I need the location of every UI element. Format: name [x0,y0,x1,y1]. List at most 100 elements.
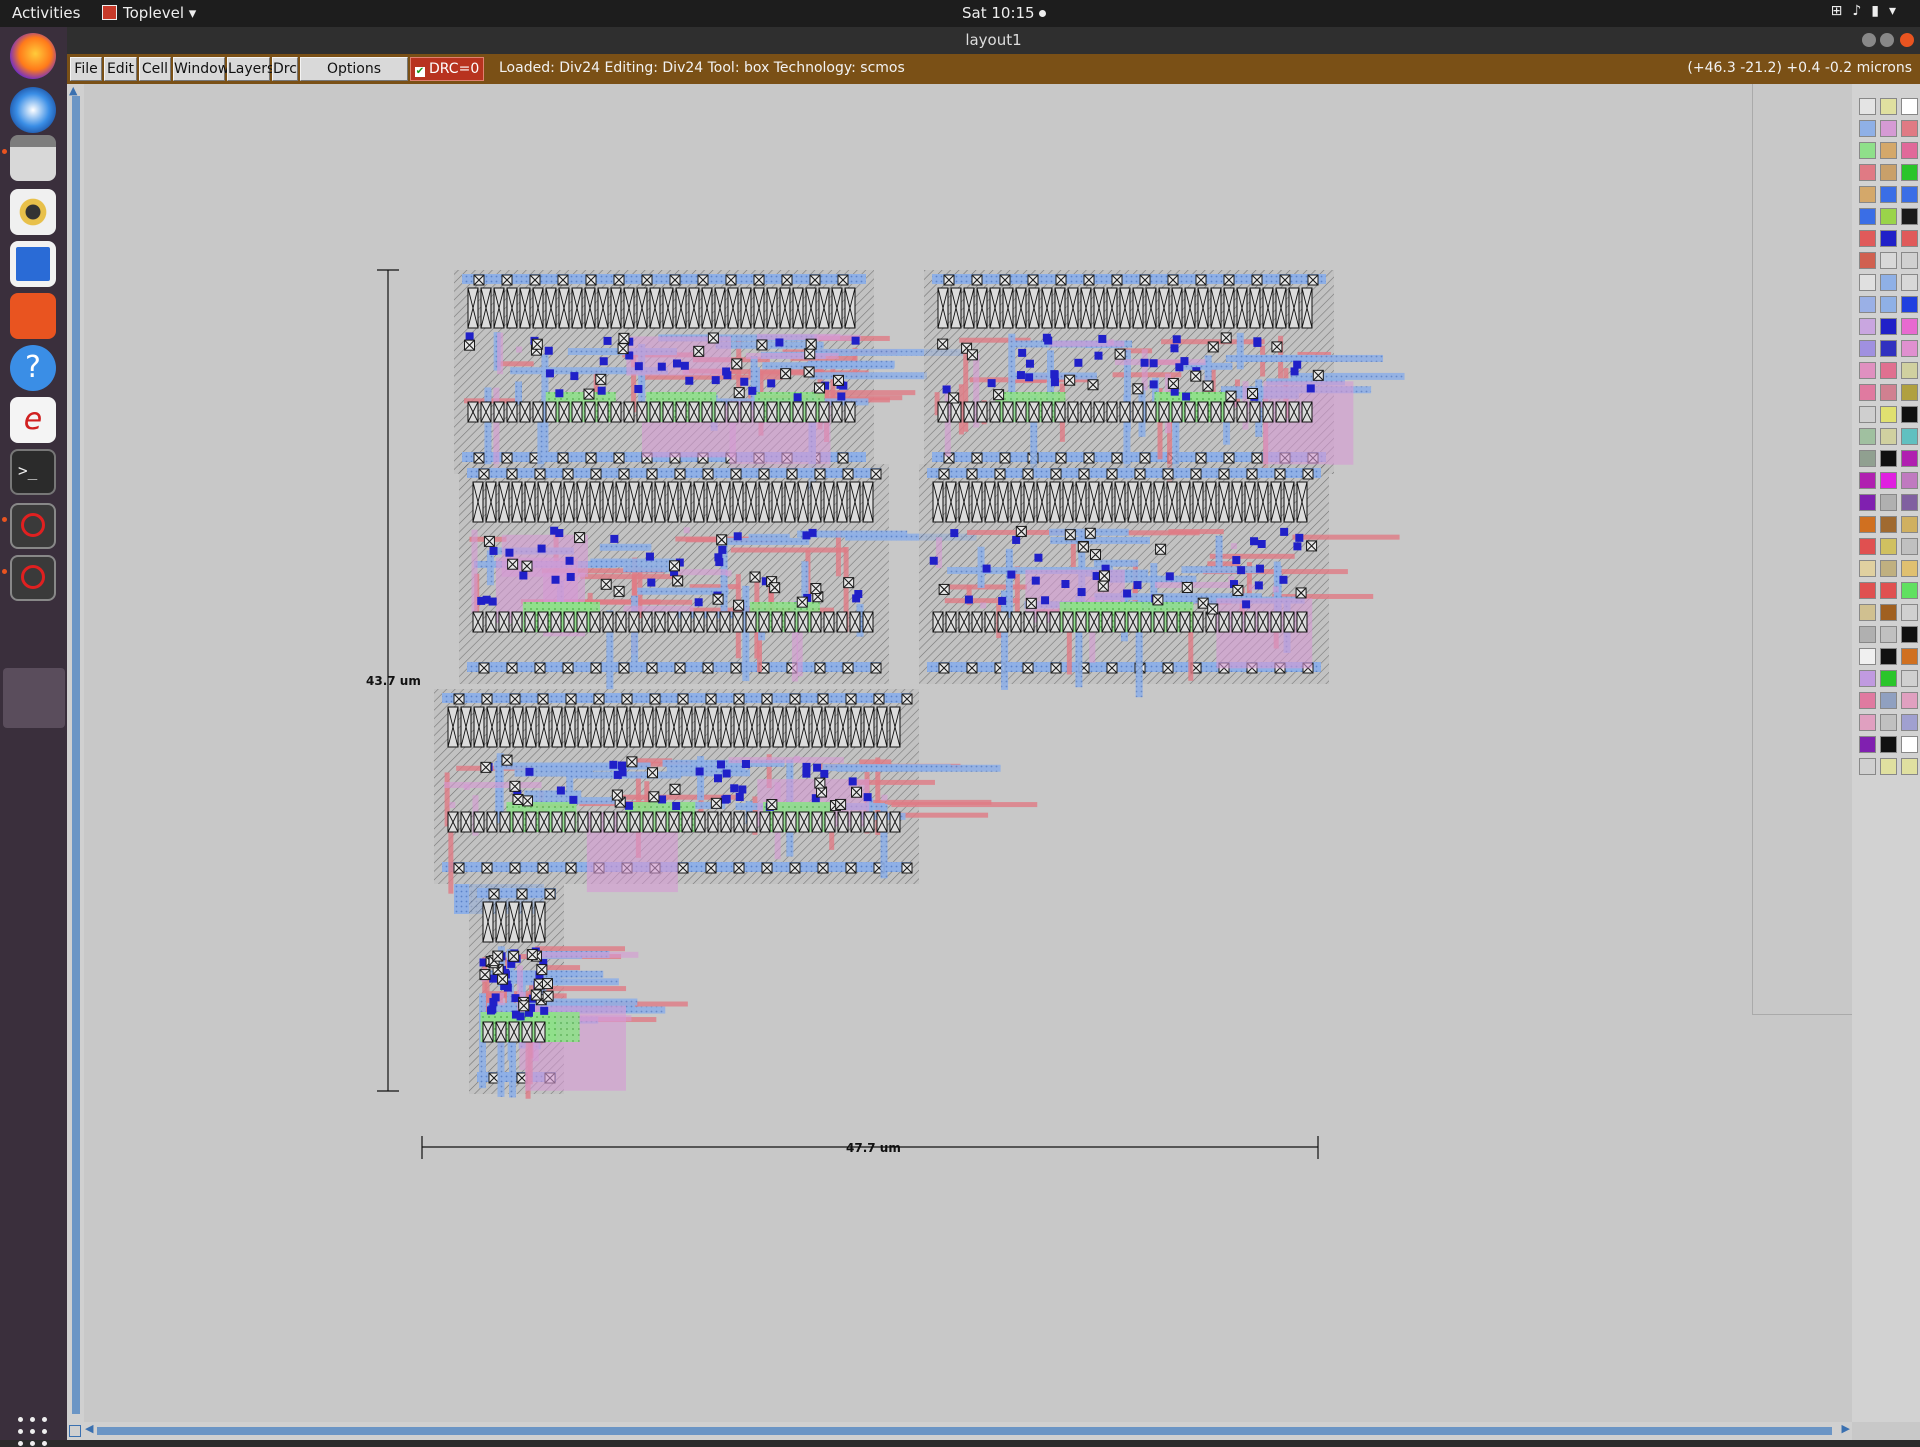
layer-swatch[interactable] [1859,714,1876,731]
layer-swatch[interactable] [1880,648,1897,665]
layer-swatch[interactable] [1901,736,1918,753]
menu-window[interactable]: Window [173,57,229,81]
layer-swatch[interactable] [1901,318,1918,335]
layer-swatch[interactable] [1859,318,1876,335]
layer-swatch[interactable] [1901,252,1918,269]
layer-swatch[interactable] [1901,186,1918,203]
layer-swatch[interactable] [1880,516,1897,533]
layer-swatch[interactable] [1859,186,1876,203]
layout-canvas[interactable]: 43.7 um 47.7 um [84,84,1852,1422]
layer-swatch[interactable] [1880,208,1897,225]
layer-swatch[interactable] [1901,164,1918,181]
scroll-corner-icon[interactable] [69,1425,81,1437]
layer-swatch[interactable] [1880,560,1897,577]
layer-swatch[interactable] [1880,120,1897,137]
layer-swatch[interactable] [1901,516,1918,533]
menu-file[interactable]: File [70,57,102,81]
layer-swatch[interactable] [1880,736,1897,753]
layer-swatch[interactable] [1880,164,1897,181]
layer-swatch[interactable] [1901,296,1918,313]
app-menu[interactable]: Toplevel ▾ [102,4,196,22]
layer-swatch[interactable] [1859,428,1876,445]
layer-swatch[interactable] [1859,472,1876,489]
layer-swatch[interactable] [1859,362,1876,379]
layer-swatch[interactable] [1859,120,1876,137]
layer-swatch[interactable] [1901,692,1918,709]
layer-swatch[interactable] [1901,472,1918,489]
writer-icon[interactable] [10,241,56,287]
layer-swatch[interactable] [1859,142,1876,159]
layer-swatch[interactable] [1880,604,1897,621]
menu-layers[interactable]: Layers [227,57,274,81]
layer-swatch[interactable] [1880,670,1897,687]
layer-swatch[interactable] [1859,692,1876,709]
layer-swatch[interactable] [1859,494,1876,511]
layer-swatch[interactable] [1880,494,1897,511]
layer-swatch[interactable] [1901,582,1918,599]
layer-swatch[interactable] [1880,692,1897,709]
layer-swatch[interactable] [1880,186,1897,203]
layer-swatch[interactable] [1901,758,1918,775]
layer-swatch[interactable] [1859,340,1876,357]
software-icon[interactable] [10,293,56,339]
layer-swatch[interactable] [1880,714,1897,731]
layer-swatch[interactable] [1901,120,1918,137]
layer-swatch[interactable] [1859,648,1876,665]
system-tray[interactable]: ⊞♪▮▾ [1831,3,1906,19]
layer-swatch[interactable] [1880,274,1897,291]
minimize-icon[interactable] [1862,33,1876,47]
menu-options[interactable]: Options [300,57,408,81]
layer-swatch[interactable] [1901,626,1918,643]
layer-swatch[interactable] [1901,450,1918,467]
layer-swatch[interactable] [1880,362,1897,379]
maximize-icon[interactable] [1880,33,1894,47]
layer-swatch[interactable] [1859,736,1876,753]
layer-swatch[interactable] [1880,142,1897,159]
layer-swatch[interactable] [1880,758,1897,775]
layer-swatch[interactable] [1859,406,1876,423]
layer-swatch[interactable] [1901,230,1918,247]
layer-swatch[interactable] [1880,340,1897,357]
layer-swatch[interactable] [1859,582,1876,599]
layer-swatch[interactable] [1880,384,1897,401]
layer-swatch[interactable] [1901,604,1918,621]
layer-swatch[interactable] [1859,516,1876,533]
layer-swatch[interactable] [1859,450,1876,467]
terminal-icon[interactable]: >_ [10,449,56,495]
layer-swatch[interactable] [1859,670,1876,687]
layer-swatch[interactable] [1901,406,1918,423]
clock[interactable]: Sat 10:15 [962,4,1046,22]
menu-cell[interactable]: Cell [139,57,171,81]
layer-swatch[interactable] [1859,296,1876,313]
layer-swatch[interactable] [1880,406,1897,423]
layer-swatch[interactable] [1859,538,1876,555]
layer-swatch[interactable] [1859,384,1876,401]
magic-icon[interactable] [10,503,56,549]
layer-swatch[interactable] [1859,230,1876,247]
horizontal-scroll-thumb[interactable] [97,1427,1832,1435]
layer-swatch[interactable] [1880,582,1897,599]
layer-swatch[interactable] [1901,384,1918,401]
activities-button[interactable]: Activities [12,4,80,22]
layer-swatch[interactable] [1901,274,1918,291]
horizontal-scrollbar[interactable]: ◀ ▶ [67,1422,1852,1440]
layer-swatch[interactable] [1901,670,1918,687]
close-icon[interactable] [1900,33,1914,47]
layer-swatch[interactable] [1859,626,1876,643]
layer-swatch[interactable] [1859,758,1876,775]
show-apps-icon[interactable] [18,1417,48,1447]
files-icon[interactable] [10,135,56,181]
layer-swatch[interactable] [1901,362,1918,379]
layer-swatch[interactable] [1901,428,1918,445]
vertical-scroll-thumb[interactable] [72,96,80,1414]
help-icon[interactable]: ? [10,345,56,391]
layer-swatch[interactable] [1901,538,1918,555]
layer-swatch[interactable] [1880,538,1897,555]
thunderbird-icon[interactable] [10,87,56,133]
layer-swatch[interactable] [1859,604,1876,621]
layer-swatch[interactable] [1880,450,1897,467]
rhythmbox-icon[interactable] [10,189,56,235]
layer-swatch[interactable] [1901,208,1918,225]
layer-swatch[interactable] [1901,560,1918,577]
layer-swatch[interactable] [1880,296,1897,313]
